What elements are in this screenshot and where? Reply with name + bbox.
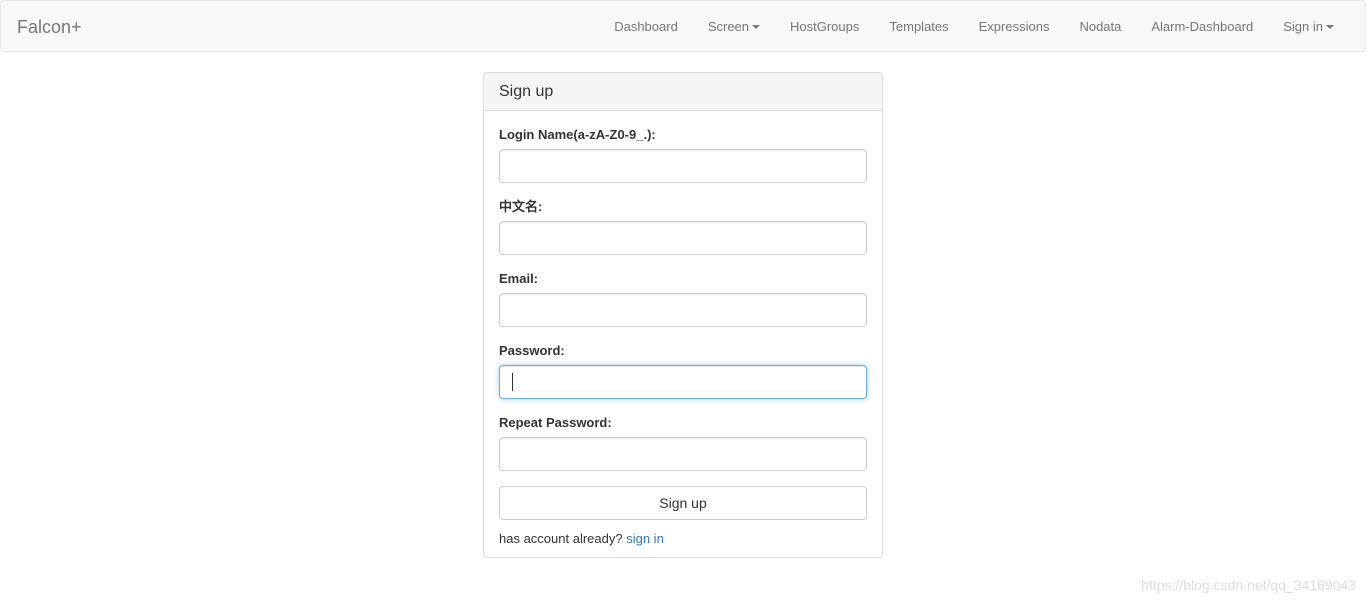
nav-item-templates[interactable]: Templates: [874, 1, 963, 53]
text-cursor: [512, 373, 513, 391]
nav-item-label: Templates: [889, 19, 949, 34]
signup-panel: Sign up Login Name(a-zA-Z0-9_.): 中文名: Em…: [483, 72, 883, 558]
signin-prompt-text: has account already?: [499, 531, 623, 546]
login-name-group: Login Name(a-zA-Z0-9_.):: [499, 126, 867, 183]
brand-logo[interactable]: Falcon+: [17, 16, 82, 38]
repeat-password-input[interactable]: [499, 437, 867, 471]
password-group: Password:: [499, 342, 867, 399]
login-name-label: Login Name(a-zA-Z0-9_.):: [499, 127, 656, 142]
password-label: Password:: [499, 343, 565, 358]
email-label: Email:: [499, 271, 539, 286]
signin-prompt: has account already? sign in: [499, 531, 867, 547]
repeat-password-group: Repeat Password:: [499, 414, 867, 471]
nav-item-alarm-dashboard[interactable]: Alarm-Dashboard: [1136, 1, 1268, 53]
watermark: https://blog.csdn.net/qq_34169043: [1141, 577, 1356, 593]
nav-item-label: HostGroups: [790, 19, 860, 34]
chinese-name-group: 中文名:: [499, 198, 867, 255]
nav-item-nodata[interactable]: Nodata: [1064, 1, 1136, 53]
login-name-input[interactable]: [499, 149, 867, 183]
panel-title: Sign up: [484, 73, 882, 111]
chinese-name-input[interactable]: [499, 221, 867, 255]
nav-item-sign-in[interactable]: Sign in: [1268, 1, 1349, 53]
nav-item-label: Nodata: [1079, 19, 1122, 34]
signup-form: Login Name(a-zA-Z0-9_.): 中文名: Email: Pas…: [484, 111, 882, 547]
nav-menu: Dashboard Screen HostGroups Templates Ex…: [599, 1, 1349, 53]
email-input[interactable]: [499, 293, 867, 327]
nav-item-label: Screen: [707, 19, 750, 34]
nav-item-screen[interactable]: Screen: [693, 1, 775, 53]
password-input[interactable]: [499, 365, 867, 399]
nav-item-label: Sign in: [1283, 19, 1323, 34]
nav-item-expressions[interactable]: Expressions: [964, 1, 1065, 53]
caret-down-icon: [1326, 25, 1334, 29]
signup-button[interactable]: Sign up: [499, 486, 867, 520]
top-navbar: Falcon+ Dashboard Screen HostGroups Temp…: [0, 0, 1366, 52]
nav-item-dashboard[interactable]: Dashboard: [599, 1, 693, 53]
email-group: Email:: [499, 270, 867, 327]
repeat-password-label: Repeat Password:: [499, 415, 612, 430]
signin-link[interactable]: sign in: [626, 531, 664, 546]
nav-item-hostgroups[interactable]: HostGroups: [775, 1, 874, 53]
nav-item-label: Expressions: [978, 19, 1050, 34]
caret-down-icon: [752, 25, 761, 29]
nav-item-label: Alarm-Dashboard: [1151, 19, 1254, 34]
nav-item-label: Dashboard: [614, 19, 678, 34]
chinese-name-label: 中文名:: [499, 199, 543, 214]
